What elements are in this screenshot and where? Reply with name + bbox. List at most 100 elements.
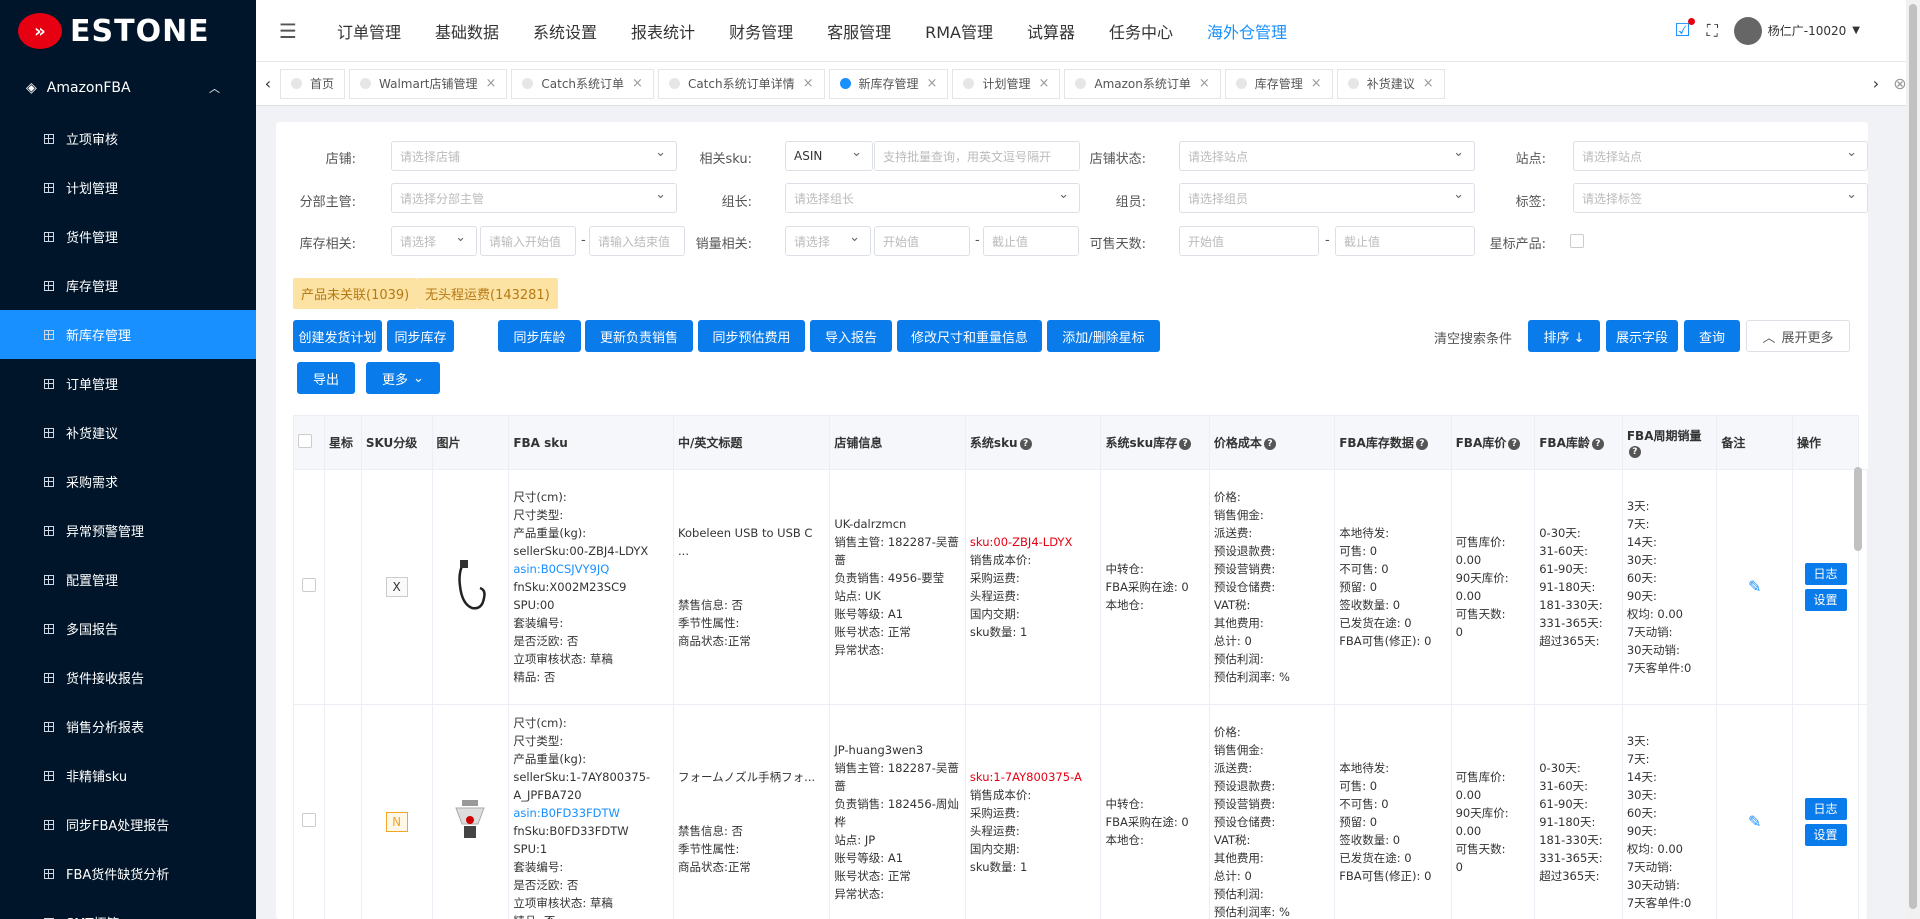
topnav-item[interactable]: 任务中心 [1092,19,1190,43]
sidebar-item[interactable]: 立项审核 [0,114,256,163]
member-select[interactable]: 请选择组员 [1179,183,1475,213]
select-all-checkbox[interactable] [298,434,312,448]
tab[interactable]: Amazon系统订单 × [1064,68,1221,99]
fields-button[interactable]: 展示字段 [1606,320,1678,352]
stock-end-input[interactable]: 请输入结束值 [589,226,685,256]
more-button[interactable]: 更多 ⌄ [366,362,440,394]
row-checkbox[interactable] [301,812,316,827]
create-plan-button[interactable]: 创建发货计划 [293,320,382,352]
tabs-scroll-left-icon[interactable]: ‹ [256,74,280,93]
edit-note-icon[interactable]: ✎ [1748,812,1761,831]
tab[interactable]: 库存管理 × [1224,68,1333,99]
site-select[interactable]: 请选择站点 [1573,141,1868,171]
user-menu[interactable]: 杨仁广-10020 ▼ [1733,16,1860,45]
sidebar-item[interactable]: SMT拓管 [0,898,256,919]
close-tab-icon[interactable]: × [632,76,643,91]
help-icon[interactable]: ? [1508,437,1521,450]
edit-size-button[interactable]: 修改尺寸和重量信息 [897,320,1042,352]
export-button[interactable]: 导出 [297,362,355,394]
asin-link[interactable]: asin:B0CSJVY9JQ [513,562,609,576]
settings-button[interactable]: 设置 [1804,589,1847,611]
sidebar-item[interactable]: 非精铺sku [0,751,256,800]
topnav-item[interactable]: RMA管理 [908,19,1010,43]
sales-end-input[interactable]: 截止值 [983,226,1079,256]
sku-type-select[interactable]: ASIN [785,141,873,171]
close-tab-icon[interactable]: × [1199,76,1210,91]
table-scrollbar[interactable] [1854,467,1862,551]
asin-link[interactable]: asin:B0FD33FDTW [513,806,620,820]
tab[interactable]: 计划管理 × [952,68,1061,99]
sidebar-group-amazonfba[interactable]: ◈ AmazonFBA ︿ [0,62,256,114]
dept-manager-select[interactable]: 请选择分部主管 [391,183,677,213]
topnav-item[interactable]: 客服管理 [810,19,908,43]
topnav-item[interactable]: 系统设置 [516,19,614,43]
sidebar-item[interactable]: FBA货件缺货分析 [0,849,256,898]
days-start-input[interactable]: 开始值 [1179,226,1319,256]
help-icon[interactable]: ? [1019,437,1032,450]
help-icon[interactable]: ? [1179,437,1192,450]
sidebar-item[interactable]: 配置管理 [0,555,256,604]
log-button[interactable]: 日志 [1804,798,1847,820]
topnav-item[interactable]: 订单管理 [320,19,418,43]
sku-input[interactable]: 支持批量查询，用英文逗号隔开 [874,141,1080,171]
days-end-input[interactable]: 截止值 [1335,226,1475,256]
sync-age-button[interactable]: 同步库龄 [498,320,581,352]
header-select-all[interactable] [293,415,325,470]
sidebar-item[interactable]: 采购需求 [0,457,256,506]
close-tab-icon[interactable]: × [485,76,496,91]
help-icon[interactable]: ? [1628,445,1641,458]
brand-logo[interactable]: » ESTONE [0,0,256,62]
topnav-item[interactable]: 基础数据 [418,19,516,43]
team-leader-select[interactable]: 请选择组长 [785,183,1080,213]
row-checkbox[interactable] [301,577,316,592]
sales-start-input[interactable]: 开始值 [874,226,970,256]
shop-status-select[interactable]: 请选择站点 [1179,141,1475,171]
topnav-item[interactable]: 海外仓管理 [1190,19,1304,43]
tab[interactable]: 首页 [280,68,346,99]
edit-note-icon[interactable]: ✎ [1748,577,1761,596]
help-icon[interactable]: ? [1415,437,1428,450]
tabs-scroll-right-icon[interactable]: › [1864,74,1888,93]
log-button[interactable]: 日志 [1804,563,1847,585]
sidebar-item[interactable]: 新库存管理 [0,310,256,359]
unlinked-products-tag[interactable]: 产品未关联(1039) [293,278,418,309]
topnav-item[interactable]: 财务管理 [712,19,810,43]
sidebar-item[interactable]: 库存管理 [0,261,256,310]
tab[interactable]: Catch系统订单详情 × [657,68,825,99]
topnav-item[interactable]: 试算器 [1010,19,1092,43]
tab[interactable]: 新库存管理 × [828,68,949,99]
task-list-icon[interactable]: ☑ [1674,18,1695,41]
expand-more-button[interactable]: ︿ 展开更多 [1746,320,1850,352]
sidebar-item[interactable]: 异常预警管理 [0,506,256,555]
toggle-star-button[interactable]: 添加/删除星标 [1047,320,1160,352]
settings-button[interactable]: 设置 [1804,824,1847,846]
star-checkbox[interactable] [1570,234,1584,248]
sync-stock-button[interactable]: 同步库存 [387,320,454,352]
close-tab-icon[interactable]: × [803,76,814,91]
sales-type-select[interactable]: 请选择 [785,226,871,256]
import-report-button[interactable]: 导入报告 [810,320,892,352]
stock-type-select[interactable]: 请选择 [391,226,477,256]
clear-search-link[interactable]: 清空搜索条件 [1434,328,1512,347]
sidebar-item[interactable]: 货件管理 [0,212,256,261]
tab[interactable]: 补货建议 × [1336,68,1445,99]
sidebar-item[interactable]: 订单管理 [0,359,256,408]
close-tab-icon[interactable]: × [1311,76,1322,91]
system-sku-link[interactable]: sku:1-7AY800375-A [970,770,1082,784]
close-tab-icon[interactable]: × [1038,76,1049,91]
update-sales-button[interactable]: 更新负责销售 [585,320,693,352]
topnav-item[interactable]: 报表统计 [614,19,712,43]
help-icon[interactable]: ? [1263,437,1276,450]
close-tab-icon[interactable]: × [1423,76,1434,91]
sidebar-item[interactable]: 多国报告 [0,604,256,653]
sort-button[interactable]: 排序 ↓ [1528,320,1600,352]
tab[interactable]: Catch系统订单 × [511,68,654,99]
no-freight-tag[interactable]: 无头程运费(143281) [417,278,558,309]
query-button[interactable]: 查询 [1684,320,1740,352]
stock-start-input[interactable]: 请输入开始值 [480,226,576,256]
sidebar-item[interactable]: 补货建议 [0,408,256,457]
close-tab-icon[interactable]: × [927,76,938,91]
shop-select[interactable]: 请选择店铺 [391,141,677,171]
page-scrollbar[interactable] [1906,0,1920,919]
sync-fee-button[interactable]: 同步预估费用 [698,320,805,352]
